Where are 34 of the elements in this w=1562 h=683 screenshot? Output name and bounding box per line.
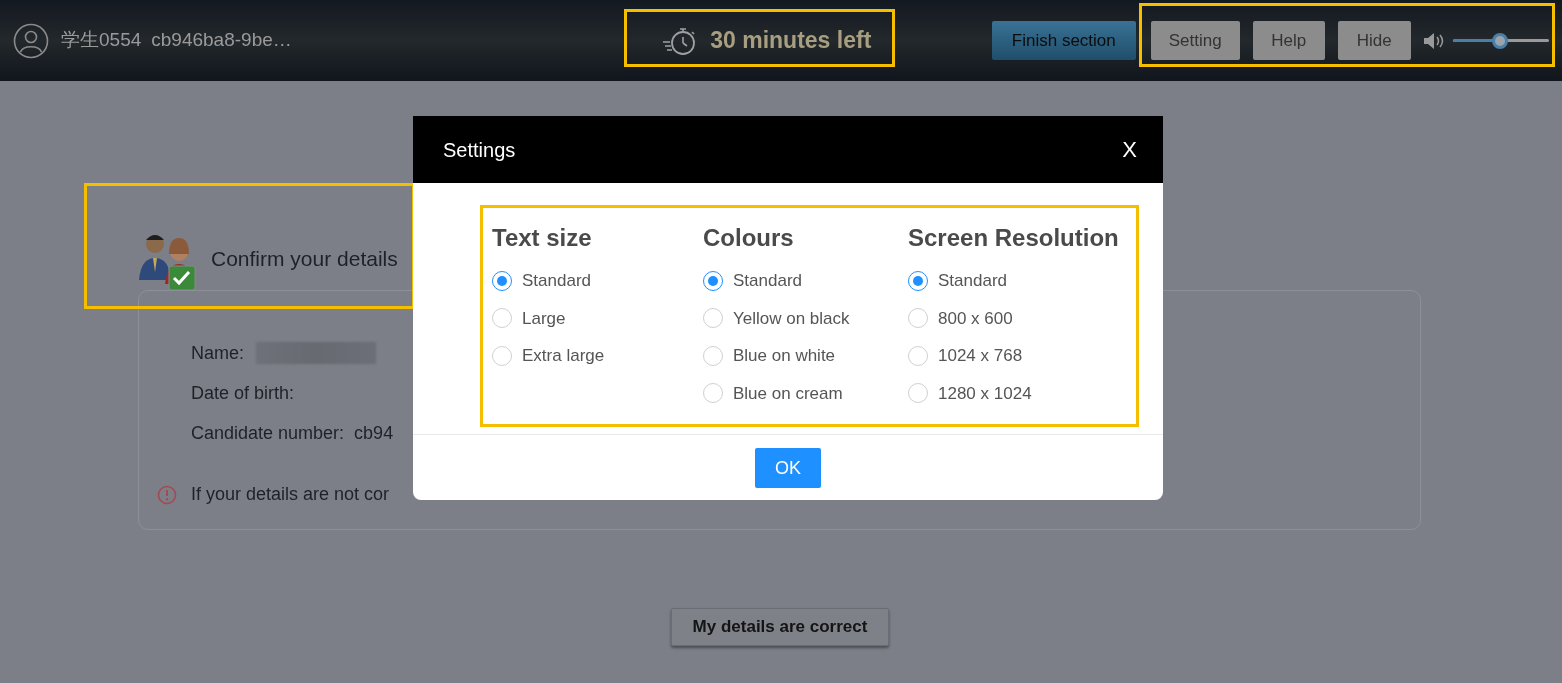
user-id: cb946ba8-9be… (151, 28, 292, 53)
detail-label: Date of birth: (191, 381, 295, 405)
radio-option[interactable]: Extra large (492, 337, 605, 375)
toolbar-button[interactable]: Setting (1150, 21, 1240, 60)
detail-value: cb94 (354, 421, 394, 445)
toolbar-button[interactable]: Help (1252, 21, 1325, 60)
dialog-title: Settings (443, 137, 516, 163)
radio-option[interactable]: Standard (492, 262, 591, 300)
close-button[interactable]: X (1122, 138, 1137, 161)
group-heading: Colours (703, 223, 795, 253)
time-remaining: 30 minutes left (710, 26, 872, 56)
radio-option[interactable]: Yellow on black (703, 299, 850, 337)
toolbar-button[interactable]: Hide (1337, 21, 1411, 60)
radio-option[interactable]: Standard (908, 262, 1007, 300)
volume-thumb[interactable] (1491, 32, 1508, 49)
page-heading: Confirm your details (211, 246, 398, 273)
confirm-details-button[interactable]: My details are correct (671, 608, 889, 646)
user-icon (13, 22, 49, 59)
speaker-icon[interactable] (1422, 31, 1445, 50)
radio-option[interactable]: 1024 x 768 (908, 337, 1023, 375)
detail-label: Name: (191, 341, 244, 365)
group-heading: Screen Resolution (908, 223, 1120, 253)
warning-icon (157, 484, 177, 505)
radio-option[interactable]: Standard (703, 262, 802, 300)
radio-option[interactable]: Blue on white (703, 337, 836, 375)
user-name: 学生0554 (61, 28, 142, 53)
radio-option[interactable]: Blue on cream (703, 374, 843, 412)
warning-message: If your details are not cor (191, 483, 390, 506)
radio-option[interactable]: 1280 x 1024 (908, 374, 1032, 412)
radio-option[interactable]: Large (492, 299, 566, 337)
detail-label: Candidate number: (191, 421, 345, 445)
group-heading: Text size (492, 223, 593, 253)
radio-option[interactable]: 800 x 600 (908, 299, 1013, 337)
volume-slider[interactable] (1452, 32, 1549, 49)
